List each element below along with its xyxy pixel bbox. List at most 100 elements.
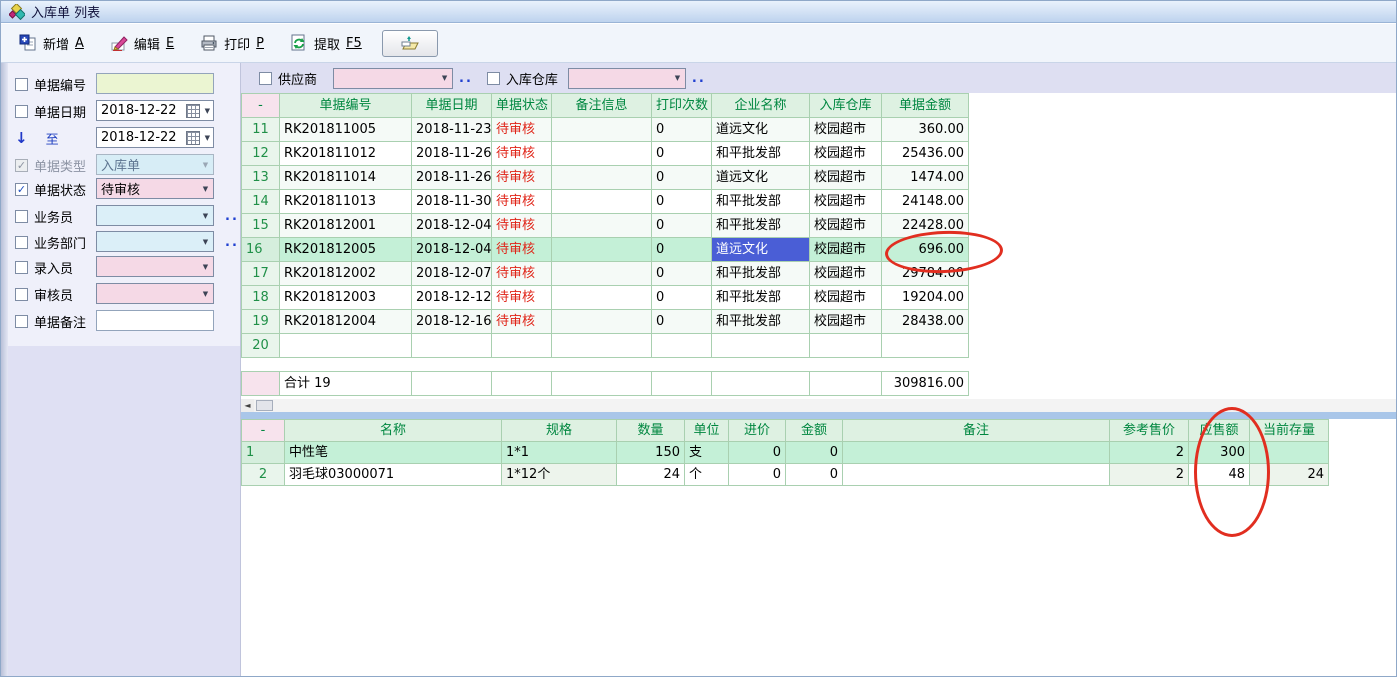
warehouse-checkbox[interactable]: [487, 72, 500, 85]
table-cell[interactable]: 696.00: [882, 238, 969, 262]
warehouse-browse-button[interactable]: ..: [692, 71, 706, 86]
table-cell[interactable]: 25436.00: [882, 142, 969, 166]
table-cell[interactable]: 0: [786, 464, 843, 486]
table-row[interactable]: 16RK2018120052018-12-04待审核0道远文化校园超市696.0…: [242, 238, 969, 262]
column-header[interactable]: 数量: [617, 420, 685, 442]
date-from-control[interactable]: 2018-12-22 ▼: [96, 100, 214, 121]
table-cell[interactable]: [1250, 442, 1329, 464]
extra-tool-button[interactable]: [382, 30, 438, 57]
table-cell[interactable]: 0: [729, 442, 786, 464]
scroll-left-arrow-icon[interactable]: ◄: [241, 399, 254, 412]
row-number-cell[interactable]: 11: [242, 118, 280, 142]
table-cell[interactable]: RK201811012: [280, 142, 412, 166]
table-cell[interactable]: 29784.00: [882, 262, 969, 286]
salesman-browse-button[interactable]: ..: [225, 209, 239, 224]
table-row[interactable]: 18RK2018120032018-12-12待审核0和平批发部校园超市1920…: [242, 286, 969, 310]
column-header[interactable]: 企业名称: [712, 94, 810, 118]
dept-browse-button[interactable]: ..: [225, 235, 239, 250]
table-cell[interactable]: 2018-11-30: [412, 190, 492, 214]
table-cell[interactable]: 待审核: [492, 118, 552, 142]
table-cell[interactable]: 校园超市: [810, 214, 882, 238]
supplier-combo[interactable]: ▼: [333, 68, 453, 89]
chevron-down-icon[interactable]: ▼: [202, 107, 213, 115]
table-cell[interactable]: 校园超市: [810, 310, 882, 334]
doc-no-input[interactable]: [96, 73, 214, 94]
column-header[interactable]: 名称: [285, 420, 502, 442]
table-cell[interactable]: 0: [652, 286, 712, 310]
table-cell[interactable]: 0: [652, 214, 712, 238]
table-cell[interactable]: RK201811005: [280, 118, 412, 142]
row-number-cell[interactable]: 17: [242, 262, 280, 286]
dept-combo[interactable]: ▼: [96, 231, 214, 252]
row-number-cell[interactable]: 15: [242, 214, 280, 238]
table-cell[interactable]: 待审核: [492, 310, 552, 334]
table-cell[interactable]: [552, 238, 652, 262]
table-cell[interactable]: 2018-12-04: [412, 238, 492, 262]
table-cell[interactable]: 22428.00: [882, 214, 969, 238]
table-cell[interactable]: 和平批发部: [712, 310, 810, 334]
table-row[interactable]: 19RK2018120042018-12-16待审核0和平批发部校园超市2843…: [242, 310, 969, 334]
table-cell[interactable]: 24148.00: [882, 190, 969, 214]
table-cell[interactable]: 300: [1189, 442, 1250, 464]
table-cell[interactable]: 待审核: [492, 238, 552, 262]
doc-date-checkbox[interactable]: [15, 105, 28, 118]
column-header[interactable]: 进价: [729, 420, 786, 442]
table-cell[interactable]: [552, 142, 652, 166]
table-cell[interactable]: 0: [652, 166, 712, 190]
table-cell[interactable]: [552, 310, 652, 334]
row-number-cell[interactable]: 2: [242, 464, 285, 486]
table-cell[interactable]: 0: [652, 238, 712, 262]
doc-no-checkbox[interactable]: [15, 78, 28, 91]
table-cell[interactable]: 0: [729, 464, 786, 486]
column-header[interactable]: 当前存量: [1250, 420, 1329, 442]
table-cell[interactable]: 中性笔: [285, 442, 502, 464]
row-number-cell[interactable]: 1: [242, 442, 285, 464]
warehouse-combo[interactable]: ▼: [568, 68, 686, 89]
table-cell[interactable]: [280, 334, 412, 358]
auditor-checkbox[interactable]: [15, 288, 28, 301]
table-cell[interactable]: [843, 442, 1110, 464]
table-cell[interactable]: [552, 334, 652, 358]
table-row[interactable]: 11RK2018110052018-11-23待审核0道远文化校园超市360.0…: [242, 118, 969, 142]
dept-checkbox[interactable]: [15, 236, 28, 249]
table-cell[interactable]: [882, 334, 969, 358]
table-cell[interactable]: 1474.00: [882, 166, 969, 190]
scroll-thumb[interactable]: [256, 400, 273, 411]
table-cell[interactable]: [652, 334, 712, 358]
table-cell[interactable]: 待审核: [492, 142, 552, 166]
table-cell[interactable]: RK201811013: [280, 190, 412, 214]
table-cell[interactable]: RK201811014: [280, 166, 412, 190]
table-cell[interactable]: 150: [617, 442, 685, 464]
table-cell[interactable]: 校园超市: [810, 142, 882, 166]
column-header[interactable]: -: [242, 94, 280, 118]
table-cell[interactable]: 和平批发部: [712, 142, 810, 166]
chevron-down-icon[interactable]: ▼: [202, 134, 213, 142]
table-cell[interactable]: 0: [652, 262, 712, 286]
table-cell[interactable]: [552, 190, 652, 214]
table-cell[interactable]: 和平批发部: [712, 190, 810, 214]
table-cell[interactable]: 48: [1189, 464, 1250, 486]
table-cell[interactable]: RK201812005: [280, 238, 412, 262]
table-cell[interactable]: [552, 214, 652, 238]
table-cell[interactable]: 2: [1110, 464, 1189, 486]
table-cell[interactable]: 道远文化: [712, 238, 810, 262]
table-cell[interactable]: 19204.00: [882, 286, 969, 310]
entry-clerk-combo[interactable]: ▼: [96, 256, 214, 277]
table-cell[interactable]: [552, 166, 652, 190]
column-header[interactable]: 规格: [502, 420, 617, 442]
column-header[interactable]: 单据状态: [492, 94, 552, 118]
table-cell[interactable]: 0: [652, 190, 712, 214]
chevron-down-icon[interactable]: ▼: [198, 290, 213, 298]
table-cell[interactable]: 0: [786, 442, 843, 464]
table-cell[interactable]: 28438.00: [882, 310, 969, 334]
table-cell[interactable]: 2018-12-16: [412, 310, 492, 334]
table-cell[interactable]: 0: [652, 118, 712, 142]
table-cell[interactable]: 2018-12-04: [412, 214, 492, 238]
table-row[interactable]: 17RK2018120022018-12-07待审核0和平批发部校园超市2978…: [242, 262, 969, 286]
row-number-cell[interactable]: 14: [242, 190, 280, 214]
table-cell[interactable]: 校园超市: [810, 286, 882, 310]
doc-status-checkbox[interactable]: [15, 183, 28, 196]
table-cell[interactable]: [712, 334, 810, 358]
row-number-cell[interactable]: 12: [242, 142, 280, 166]
table-cell[interactable]: 1*1: [502, 442, 617, 464]
